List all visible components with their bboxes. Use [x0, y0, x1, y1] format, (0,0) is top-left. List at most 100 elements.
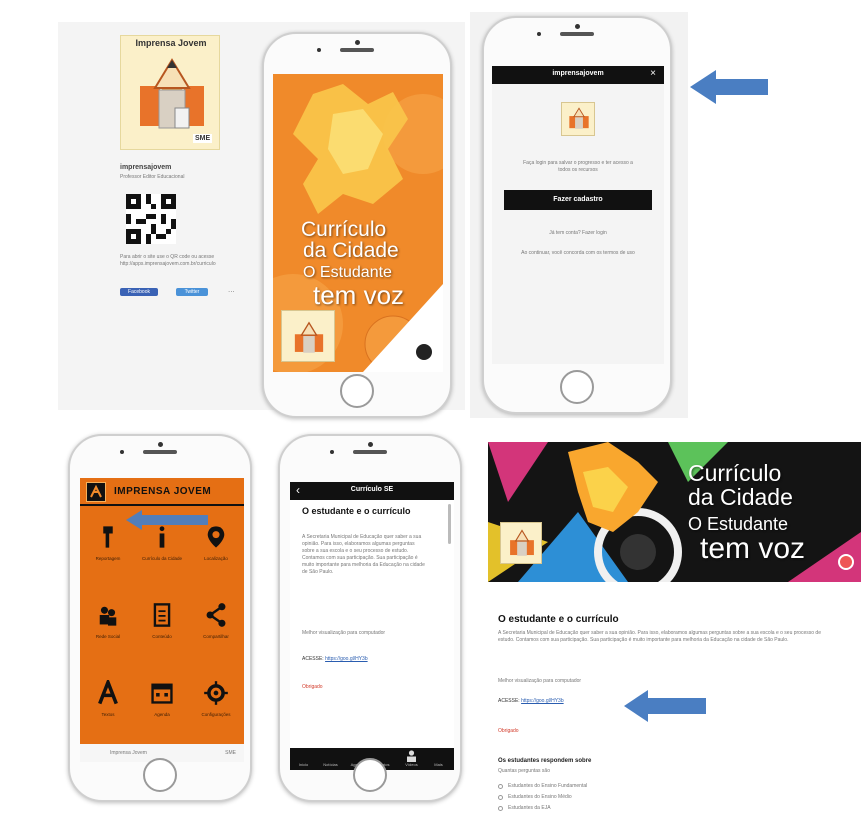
- article-red-text: Obrigado: [302, 684, 323, 690]
- article-link-row: ACESSE: https://goo.gl/HY3b: [302, 656, 368, 662]
- city-seal-icon: [416, 344, 432, 360]
- runner-icon: [90, 484, 102, 498]
- article-screen: ‹ Currículo SE O estudante e o currículo…: [290, 482, 454, 770]
- list-item[interactable]: Estudantes do Ensino Médio: [498, 793, 698, 803]
- desktop-link-row: ACESSE: https://goo.gl/HY3b: [498, 698, 564, 704]
- app-header: IMPRENSA JOVEM: [80, 478, 244, 506]
- pencil-house-icon: [510, 529, 534, 556]
- desktop-link-label: ACESSE:: [498, 698, 520, 704]
- article-link[interactable]: https://goo.gl/HY3b: [325, 656, 368, 662]
- radio-icon[interactable]: [498, 784, 503, 789]
- desktop-title: O estudante e o currículo: [498, 614, 619, 625]
- city-seal-icon: [838, 554, 854, 570]
- account-name: imprensajovem: [120, 164, 172, 171]
- font-icon: [96, 677, 120, 706]
- login-subtitle: Faça login para salvar o progresso e ter…: [523, 160, 633, 173]
- list-item[interactable]: Estudantes do Ensino Fundamental: [498, 782, 698, 792]
- bottom-tab[interactable]: Início: [290, 748, 317, 770]
- calendar-icon: [150, 680, 174, 706]
- banner-art: [488, 442, 861, 582]
- banner-title-2: da Cidade: [688, 484, 793, 510]
- login-header-title: imprensajovem: [552, 70, 604, 77]
- article-title: O estudante e o currículo: [302, 506, 411, 516]
- splash-title-4: tem voz: [313, 280, 405, 310]
- scrollbar[interactable]: [448, 504, 451, 544]
- home-button[interactable]: [560, 370, 594, 404]
- logo-badge: SME: [193, 134, 213, 143]
- menu-tile[interactable]: Textos: [82, 668, 134, 742]
- footer-left-label: Imprensa Jovem: [110, 750, 147, 756]
- account-subtitle: Professor Editor Educacional: [120, 174, 185, 180]
- share-facebook-button[interactable]: Facebook: [120, 288, 158, 296]
- home-button[interactable]: [143, 758, 177, 792]
- home-button[interactable]: [353, 758, 387, 792]
- qr-code[interactable]: [126, 194, 176, 244]
- phone-login: imprensajovem × Faça login para salvar o…: [482, 16, 672, 414]
- settings-icon: [204, 680, 228, 706]
- bottom-tab[interactable]: Mais: [425, 748, 452, 770]
- more-button[interactable]: ...: [228, 285, 235, 294]
- desktop-link[interactable]: https://goo.gl/HY3b: [521, 698, 564, 704]
- home-button[interactable]: [340, 374, 374, 408]
- bottom-tab-label: Mais: [434, 762, 443, 767]
- menu-tile[interactable]: Conteúdo: [136, 590, 188, 664]
- banner-title-1: Currículo: [688, 460, 782, 486]
- phone-app-home: IMPRENSA JOVEM Reportagem Currículo da Ci…: [68, 434, 252, 802]
- menu-tile[interactable]: Configurações: [190, 668, 242, 742]
- pencil-house-icon: [569, 107, 589, 129]
- menu-tile-label: Reportagem: [95, 556, 121, 561]
- menu-tile-label: Agenda: [154, 712, 170, 717]
- list-item[interactable]: Estudantes da EJA: [498, 804, 698, 814]
- menu-tile-label: Textos: [101, 712, 115, 717]
- arrow-left-icon: [624, 690, 706, 722]
- desktop-body: A Secretaria Municipal de Educação quer …: [498, 630, 821, 643]
- article-header-title: Currículo SE: [350, 486, 394, 493]
- menu-tile[interactable]: Rede Social: [82, 590, 134, 664]
- radio-icon[interactable]: [498, 795, 503, 800]
- login-screen: imprensajovem × Faça login para salvar o…: [492, 66, 664, 364]
- menu-tile[interactable]: Compartilhar: [190, 590, 242, 664]
- radio-icon[interactable]: [498, 806, 503, 811]
- signup-button[interactable]: Fazer cadastro: [504, 190, 652, 210]
- login-header: imprensajovem ×: [492, 66, 664, 84]
- desktop-note: Melhor visualização para computador: [498, 678, 582, 684]
- footer-right-label: SME: [225, 750, 236, 756]
- splash-mini-logo: [281, 310, 335, 362]
- desktop-banner: Currículo da Cidade O Estudante tem voz: [488, 442, 861, 582]
- article-header: ‹ Currículo SE: [290, 482, 454, 500]
- app-title: IMPRENSA JOVEM: [114, 486, 212, 497]
- splash-title-2: da Cidade: [303, 239, 399, 262]
- bottom-tab[interactable]: Notícias: [317, 748, 344, 770]
- login-link[interactable]: Já tem conta? Fazer login: [492, 230, 664, 237]
- share-icon: [204, 602, 228, 628]
- banner-logo: [500, 522, 542, 564]
- phone-splash: Currículo da Cidade O Estudante tem voz: [262, 32, 452, 418]
- scan-instructions: Para abrir o site use o QR code ou acess…: [120, 254, 216, 267]
- desktop-section-sub: Quantas perguntas são: [498, 768, 550, 774]
- menu-grid: Reportagem Currículo da Cidade Localização…: [80, 508, 244, 748]
- bottom-tab-label: Vídeos: [405, 762, 418, 767]
- people-icon: [96, 602, 120, 628]
- article-note: Melhor visualização para computador: [302, 630, 386, 636]
- menu-tile-label: Currículo da Cidade: [141, 556, 183, 561]
- desktop-red-text: Obrigado: [498, 728, 519, 734]
- menu-tile-label: Localização: [204, 556, 228, 561]
- list-item-label: Estudantes do Ensino Médio: [508, 794, 572, 800]
- pencil-house-icon: [294, 321, 324, 353]
- pencil-house-icon: [140, 58, 204, 129]
- banner-title-4: tem voz: [700, 532, 806, 565]
- person-icon: [406, 749, 417, 762]
- bottom-tab[interactable]: Vídeos: [398, 748, 425, 770]
- bottom-tab-label: Início: [298, 762, 309, 767]
- list-item-label: Estudantes da EJA: [508, 805, 551, 811]
- menu-tile[interactable]: Agenda: [136, 668, 188, 742]
- arrow-left-icon: [126, 510, 208, 530]
- desktop-page: Currículo da Cidade O Estudante tem voz …: [488, 442, 861, 825]
- pin-icon: [96, 524, 120, 550]
- article-body: A Secretaria Municipal de Educação quer …: [302, 534, 425, 575]
- document-icon: [150, 602, 174, 628]
- share-twitter-button[interactable]: Twitter: [176, 288, 208, 296]
- close-icon[interactable]: ×: [650, 68, 656, 79]
- list-item-label: Estudantes do Ensino Fundamental: [508, 783, 588, 789]
- app-logo-icon: [86, 482, 106, 502]
